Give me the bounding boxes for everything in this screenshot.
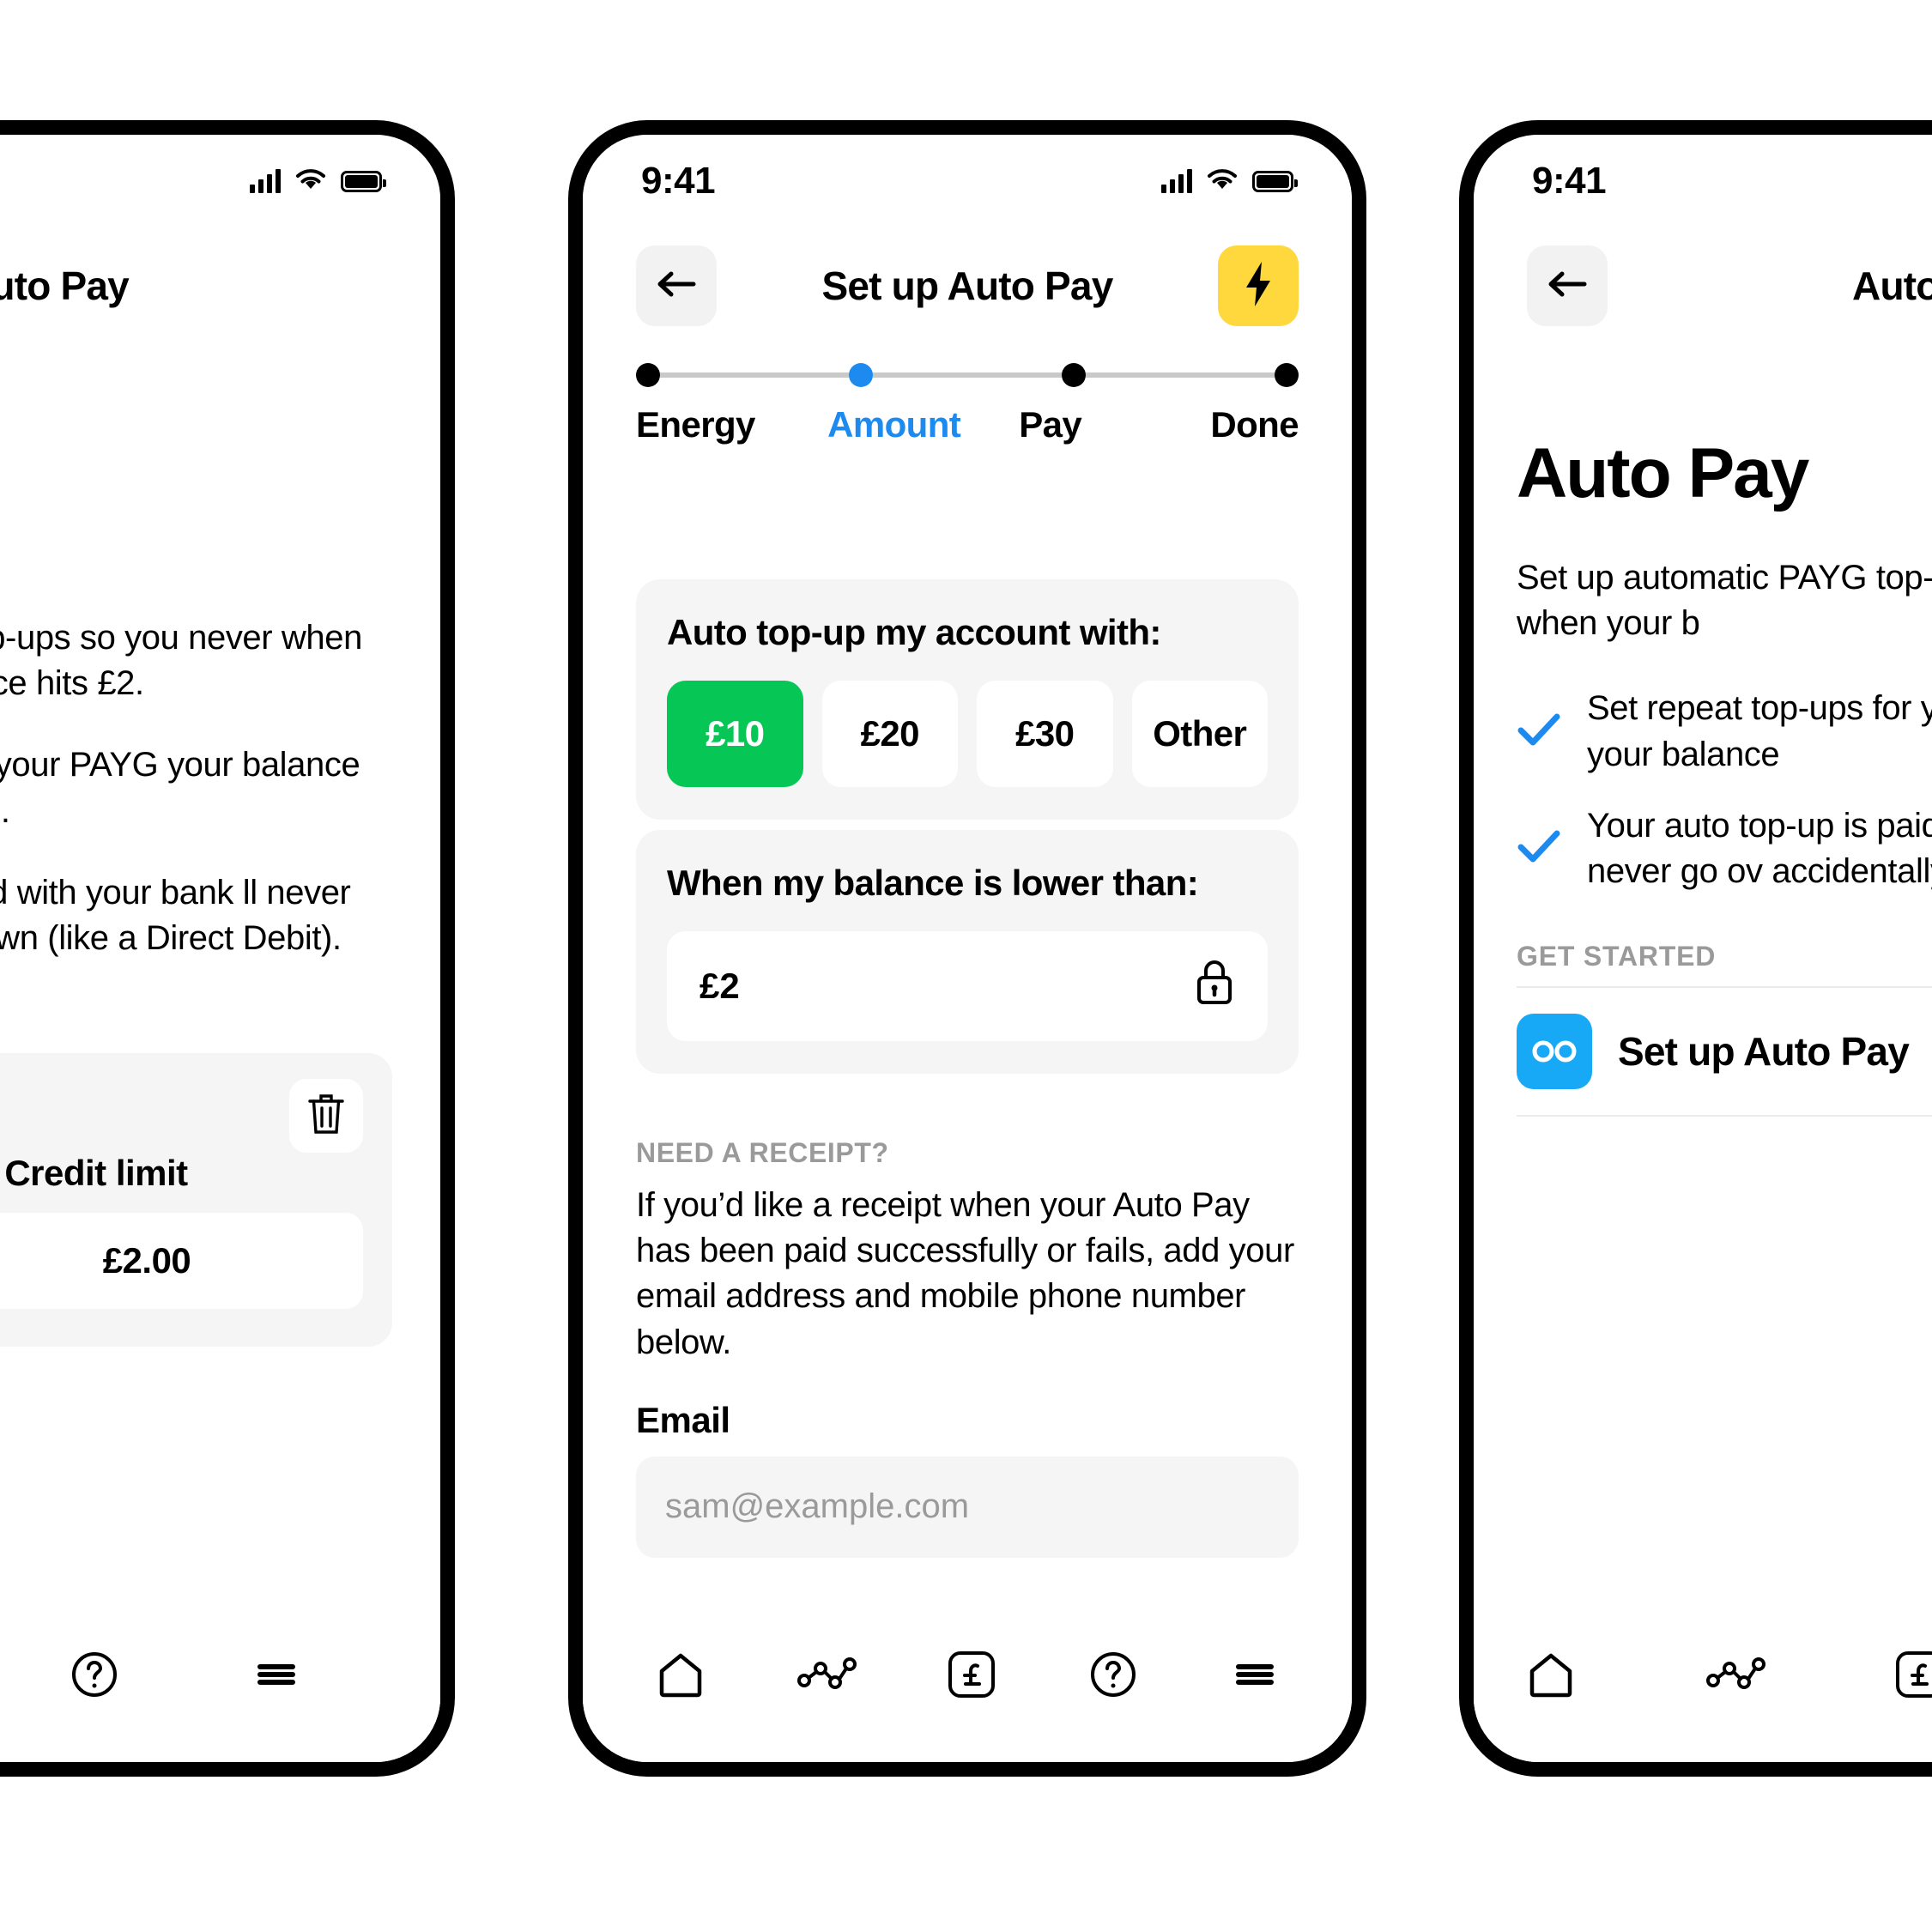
list-item-label: Set up Auto Pay (1618, 1029, 1910, 1075)
left-paragraph-3: p-up is paid with your bank ll never go … (0, 873, 351, 957)
right-tab-bar (1474, 1590, 1932, 1762)
stepper-label-amount: Amount (827, 404, 961, 445)
threshold-value: £2 (700, 966, 740, 1006)
amount-option-30[interactable]: £30 (977, 681, 1113, 787)
stepper-labels: Energy Amount Pay Done (636, 404, 1299, 445)
trash-icon (306, 1092, 346, 1141)
phone-left: Auto Pay c PAYG top-ups so you never whe… (0, 120, 455, 1777)
mid-screen: 9:41 Set up Auto Pay Energy Amount Pay D… (583, 135, 1352, 1762)
back-button[interactable] (636, 245, 717, 326)
tab-usage[interactable] (796, 1651, 857, 1702)
mid-status-time: 9:41 (641, 160, 716, 202)
tab-menu[interactable] (250, 1648, 303, 1705)
stepper-line-2 (873, 372, 1062, 378)
mid-status-icons (1161, 167, 1298, 196)
left-body-copy: c PAYG top-ups so you never when your ba… (0, 615, 392, 961)
stepper-label-energy: Energy (636, 404, 755, 445)
stepper-dot-amount[interactable] (849, 363, 873, 387)
right-content: Auto Pay Set up automatic PAYG top-u for… (1517, 433, 1932, 1117)
left-credit-limit-label: Credit limit (4, 1153, 188, 1193)
benefit-text-1: Set repeat top-ups for yo meter when you… (1587, 689, 1932, 773)
back-button[interactable] (1527, 245, 1608, 326)
amount-card: Auto top-up my account with: £10 £20 £30… (636, 579, 1299, 820)
tab-home[interactable] (653, 1647, 708, 1706)
left-status-icons (250, 167, 386, 196)
cellular-bars-icon (250, 169, 281, 193)
stepper-label-pay: Pay (1019, 404, 1082, 445)
setup-stepper: Energy Amount Pay Done (636, 358, 1299, 445)
right-status-bar: 9:41 (1474, 135, 1932, 227)
phone-right: 9:41 Auto Pay Auto Pay Se (1459, 120, 1932, 1777)
amount-options: £10 £20 £30 Other (667, 681, 1268, 787)
stepper-line-1 (660, 372, 849, 378)
check-icon (1517, 828, 1561, 869)
email-input[interactable]: sam@example.com (636, 1456, 1299, 1558)
arrow-left-icon (654, 267, 699, 306)
threshold-card: When my balance is lower than: £2 (636, 830, 1299, 1074)
battery-icon (341, 170, 386, 192)
benefit-text-2: Your auto top-up is paid card, so you’ll… (1587, 806, 1932, 890)
lightning-bolt-icon (1241, 260, 1275, 312)
right-status-time: 9:41 (1532, 160, 1607, 202)
tab-home[interactable] (1523, 1647, 1578, 1706)
amount-option-other[interactable]: Other (1131, 681, 1268, 787)
right-nav-bar: Auto Pay (1474, 234, 1932, 337)
amount-option-10[interactable]: £10 (667, 681, 803, 787)
arrow-left-icon (1545, 267, 1590, 306)
tab-balance[interactable] (1893, 1648, 1932, 1705)
get-started-heading: GET STARTED (1517, 941, 1717, 972)
quick-action-button[interactable] (1218, 245, 1299, 326)
wifi-icon (294, 167, 327, 196)
stepper-dot-energy[interactable] (636, 363, 660, 387)
amount-card-title: Auto top-up my account with: (667, 612, 1161, 652)
right-screen: 9:41 Auto Pay Auto Pay Se (1474, 135, 1932, 1762)
left-status-bar (0, 135, 440, 227)
receipt-overline: NEED A RECEIPT? (636, 1137, 889, 1168)
benefit-row-2: Your auto top-up is paid card, so you’ll… (1517, 803, 1932, 894)
left-credit-limit-value[interactable]: £2.00 (0, 1213, 363, 1309)
mid-nav-bar: Set up Auto Pay (583, 234, 1352, 337)
mid-page-title: Set up Auto Pay (821, 263, 1114, 308)
stepper-dot-done[interactable] (1275, 363, 1299, 387)
email-placeholder: sam@example.com (665, 1487, 970, 1526)
battery-icon (1252, 170, 1298, 192)
benefit-row-1: Set repeat top-ups for yo meter when you… (1517, 686, 1932, 777)
left-credit-limit-card: Credit limit £2.00 (0, 1053, 392, 1347)
left-page-title: Auto Pay (0, 263, 130, 308)
mid-status-bar: 9:41 (583, 135, 1352, 227)
left-paragraph-1: c PAYG top-ups so you never when your ba… (0, 619, 362, 703)
delete-auto-pay-button[interactable] (289, 1079, 363, 1153)
check-icon (1517, 712, 1561, 752)
tab-help[interactable] (1087, 1648, 1140, 1705)
tab-menu[interactable] (1228, 1648, 1281, 1705)
left-paragraph-2: op-ups for your PAYG your balance reache… (0, 746, 360, 830)
stepper-track (636, 358, 1299, 392)
lock-icon (1194, 958, 1235, 1014)
stepper-line-3 (1086, 372, 1275, 378)
receipt-paragraph: If you’d like a receipt when your Auto P… (636, 1186, 1294, 1361)
list-item-set-up-auto-pay[interactable]: Set up Auto Pay (1517, 986, 1932, 1117)
left-tab-bar (0, 1590, 440, 1762)
tab-balance[interactable] (945, 1648, 998, 1705)
threshold-value-field[interactable]: £2 (667, 931, 1268, 1041)
amount-option-20[interactable]: £20 (821, 681, 958, 787)
cellular-bars-icon (1161, 169, 1192, 193)
infinity-icon (1517, 1014, 1592, 1090)
right-page-title: Auto Pay (1852, 263, 1932, 308)
wifi-icon (1206, 167, 1239, 196)
tab-usage[interactable] (1705, 1651, 1765, 1702)
stepper-label-done: Done (1210, 404, 1299, 445)
phone-mid: 9:41 Set up Auto Pay Energy Amount Pay D… (568, 120, 1366, 1777)
stepper-dot-pay[interactable] (1062, 363, 1086, 387)
left-screen: Auto Pay c PAYG top-ups so you never whe… (0, 135, 440, 1762)
screenshot-stage: Auto Pay c PAYG top-ups so you never whe… (0, 0, 1932, 1932)
right-heading: Auto Pay (1517, 434, 1809, 512)
left-nav-bar: Auto Pay (0, 234, 440, 337)
mid-tab-bar (583, 1590, 1352, 1762)
right-intro: Set up automatic PAYG top-u forget to to… (1517, 559, 1932, 643)
email-label: Email (636, 1399, 730, 1440)
tab-help[interactable] (68, 1648, 121, 1705)
threshold-card-title: When my balance is lower than: (667, 863, 1199, 903)
